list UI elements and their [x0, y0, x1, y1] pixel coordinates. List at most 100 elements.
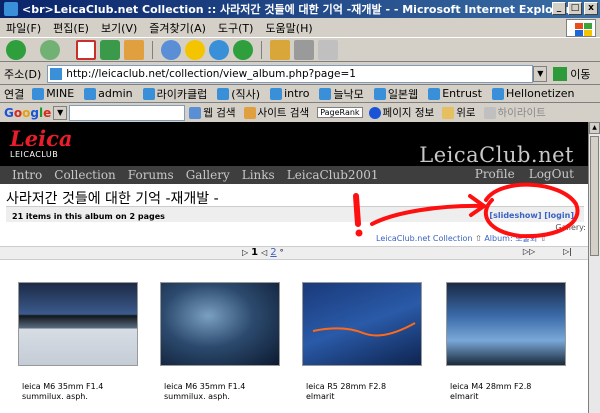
page-icon [270, 87, 283, 100]
thumbnail-image[interactable] [18, 282, 138, 366]
scrollbar-thumb[interactable] [590, 136, 599, 256]
nav-collection[interactable]: Collection [54, 168, 116, 182]
page-info-button[interactable]: 페이지 정보 [368, 105, 434, 120]
breadcrumb: LeicaClub.net Collection ⇧ Album: 뽀술회 ⇧ [376, 233, 547, 244]
prev-page-icon[interactable]: ◁ [261, 248, 267, 257]
nav-profile[interactable]: Profile [475, 167, 515, 181]
google-search-input[interactable] [69, 104, 186, 121]
window-title: <br>LeicaClub.net Collection :: 사라저간 것들에… [22, 3, 571, 16]
history-icon[interactable] [233, 39, 253, 60]
close-button[interactable]: x [584, 2, 598, 15]
mail-icon[interactable] [270, 39, 290, 60]
link-item[interactable]: intro [270, 87, 309, 100]
maximize-button[interactable]: □ [568, 2, 582, 15]
nav-forums[interactable]: Forums [128, 168, 174, 182]
page-icon [32, 87, 45, 100]
link-item[interactable]: Hellonetizen [491, 87, 574, 100]
nav-intro[interactable]: Intro [12, 168, 42, 182]
menu-view[interactable]: 보기(V) [101, 20, 137, 36]
address-dropdown-icon[interactable]: ▼ [533, 65, 548, 82]
site-header: Leica LEICACLUB LeicaClub.net [0, 122, 588, 167]
google-logo[interactable]: Google [4, 106, 51, 120]
leica-logo[interactable]: Leica LEICACLUB [10, 128, 73, 162]
thumbnail-caption: leica R5 28mm F2.8 elmarit [306, 382, 387, 401]
edit-icon[interactable] [318, 39, 338, 60]
thumbnail-caption: leica M6 35mm F1.4 summilux. asph. [164, 382, 246, 401]
back-icon[interactable] [6, 39, 26, 60]
page-icon [491, 87, 504, 100]
address-bar: 주소(D) http://leicaclub.net/collection/vi… [0, 63, 600, 85]
menu-help[interactable]: 도움말(H) [265, 20, 312, 36]
first-page-icon[interactable]: ▷ [242, 248, 248, 257]
link-item[interactable]: Entrust [428, 87, 482, 100]
go-label: 이동 [570, 67, 591, 81]
album-title: 사라저간 것들에 대한 기억 -재개발 - [6, 191, 219, 207]
dot-icon: ° [279, 248, 284, 257]
toolbar-separator [261, 40, 262, 59]
up-button[interactable]: 위로 [442, 105, 476, 120]
stop-icon[interactable] [76, 39, 96, 60]
site-search-button[interactable]: 사이트 검색 [243, 105, 309, 120]
refresh-icon[interactable] [100, 39, 120, 60]
nav-logout[interactable]: LogOut [529, 167, 574, 181]
scroll-up-icon[interactable]: ▲ [589, 122, 600, 134]
link-item[interactable]: (직사) [217, 86, 260, 102]
link-item[interactable]: 늘낙모 [319, 86, 364, 102]
gallery-label: Gallery: [555, 223, 586, 232]
page-number-link[interactable]: 2 [270, 247, 276, 258]
forward-icon[interactable] [40, 39, 60, 60]
window-controls: _ □ x [552, 2, 598, 15]
vertical-scrollbar[interactable]: ▲ [588, 122, 600, 413]
highlight-icon [483, 106, 496, 119]
page-icon [50, 67, 63, 80]
search-icon [189, 106, 202, 119]
site-search-icon [243, 106, 256, 119]
site-title: LeicaClub.net [419, 143, 574, 167]
slideshow-link[interactable]: [slideshow] [489, 211, 541, 220]
address-input[interactable]: http://leicaclub.net/collection/view_alb… [47, 64, 534, 83]
thumbnail-caption: leica M6 35mm F1.4 summilux. asph. [22, 382, 104, 401]
media-icon[interactable] [209, 39, 229, 60]
login-link[interactable]: [login] [544, 211, 574, 220]
web-search-button[interactable]: 웹 검색 [189, 105, 236, 120]
nav-links[interactable]: Links [242, 168, 275, 182]
google-toolbar: Google ▼ 웹 검색 사이트 검색 PageRank 페이지 정보 위로 … [0, 103, 600, 122]
go-arrow-icon [553, 66, 568, 81]
link-item[interactable]: 라이카클럽 [142, 86, 207, 102]
menu-favorites[interactable]: 즐겨찾기(A) [149, 20, 206, 36]
page-icon [142, 87, 155, 100]
thumbnail-image[interactable] [160, 282, 280, 366]
nav-gallery[interactable]: Gallery [186, 168, 230, 182]
menu-edit[interactable]: 편집(E) [53, 20, 89, 36]
last-page-icon[interactable]: ▷| [563, 247, 572, 256]
highlight-button[interactable]: 하이라이트 [483, 105, 546, 120]
minimize-button[interactable]: _ [552, 2, 566, 15]
thumbnail-image[interactable] [446, 282, 566, 366]
links-bar: 연결 MINE admin 라이카클럽 (직사) intro 늘낙모 일본웹 E… [0, 85, 600, 103]
thumbnail-caption: leica M4 28mm F2.8 elmarit [450, 382, 532, 401]
menu-tools[interactable]: 도구(T) [218, 20, 254, 36]
next-page-icon[interactable]: ▷▷ [523, 247, 535, 256]
album-info-bar: 21 items in this album on 2 pages [slide… [6, 206, 584, 222]
home-icon[interactable] [124, 39, 144, 60]
thumbnail-image[interactable] [302, 282, 422, 366]
nav-leicaclub2001[interactable]: LeicaClub2001 [287, 168, 379, 182]
window-titlebar[interactable]: <br>LeicaClub.net Collection :: 사라저간 것들에… [0, 0, 600, 18]
link-item[interactable]: admin [84, 87, 133, 100]
item-count: 21 items in this album on 2 pages [12, 212, 165, 221]
link-item[interactable]: 일본웹 [373, 86, 418, 102]
breadcrumb-collection[interactable]: LeicaClub.net Collection [376, 234, 473, 243]
info-icon [368, 106, 381, 119]
google-menu-dropdown-icon[interactable]: ▼ [53, 105, 68, 120]
search-icon[interactable] [161, 39, 181, 60]
favorites-star-icon[interactable] [185, 39, 205, 60]
menu-file[interactable]: 파일(F) [6, 20, 41, 36]
go-button[interactable]: 이동 [553, 66, 591, 82]
print-icon[interactable] [294, 39, 314, 60]
ie-icon [4, 2, 18, 16]
address-url: http://leicaclub.net/collection/view_alb… [66, 67, 356, 80]
link-item[interactable]: MINE [32, 87, 74, 100]
breadcrumb-album[interactable]: Album: 뽀술회 [484, 234, 537, 243]
page-number-current: 1 [251, 247, 259, 258]
browser-toolbar [0, 38, 600, 62]
